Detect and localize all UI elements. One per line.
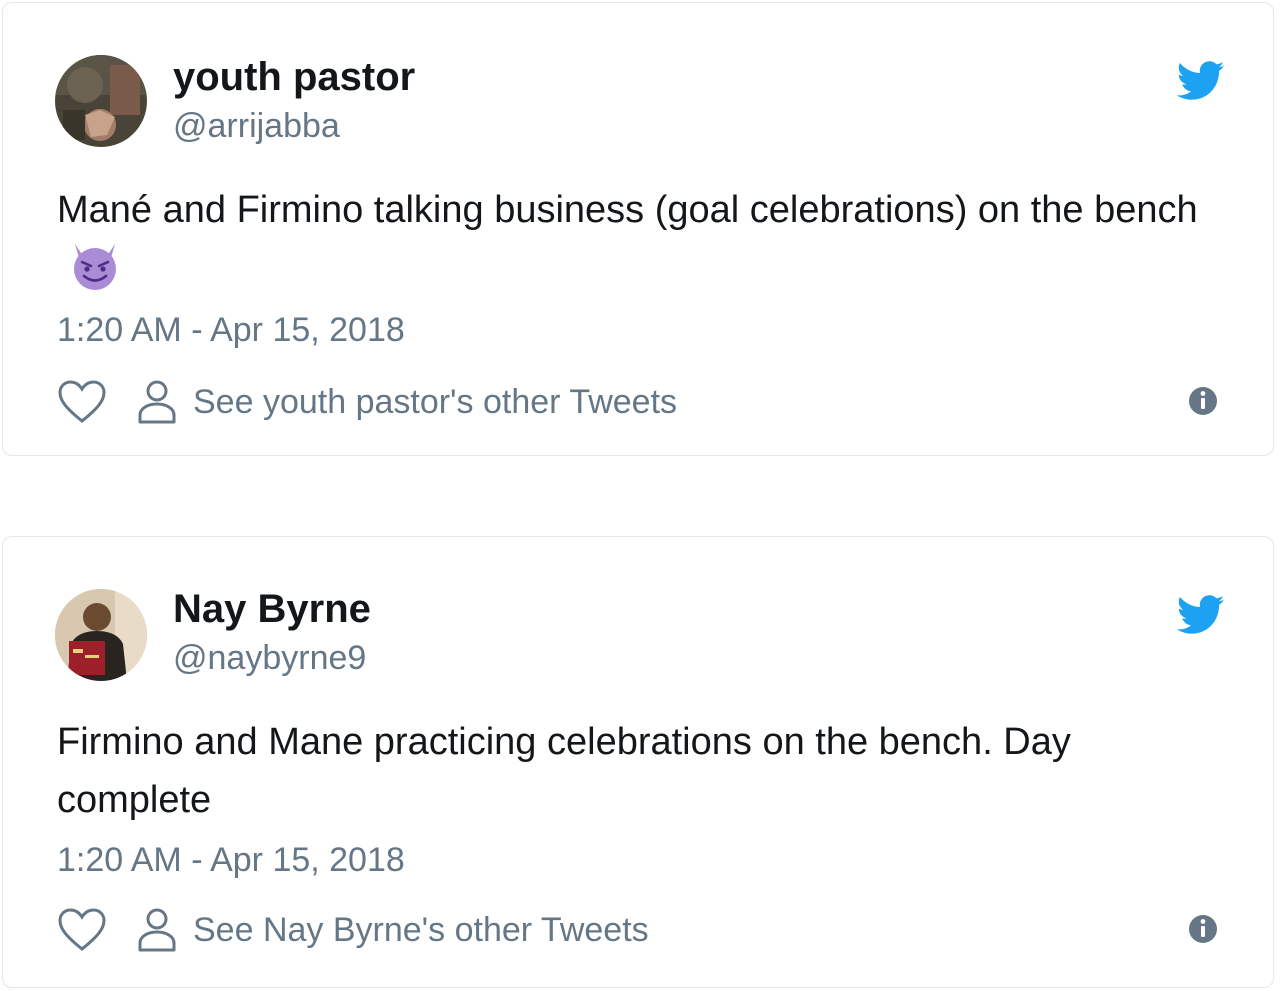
avatar[interactable] bbox=[55, 589, 147, 681]
tweet-text: Firmino and Mane practicing celebrations… bbox=[57, 721, 1071, 821]
tweet-card[interactable]: youth pastor @arrijabba Mané and Firmino… bbox=[2, 2, 1274, 456]
tweet-timestamp[interactable]: 1:20 AM - Apr 15, 2018 bbox=[57, 309, 405, 351]
user-handle[interactable]: @naybyrne9 bbox=[173, 637, 366, 679]
tweet-actions: See youth pastor's other Tweets bbox=[57, 375, 677, 429]
smiling-imp-emoji bbox=[74, 243, 116, 290]
tweet-actions: See Nay Byrne's other Tweets bbox=[57, 903, 649, 957]
person-icon bbox=[138, 380, 176, 424]
see-other-tweets-link[interactable]: See youth pastor's other Tweets bbox=[193, 381, 677, 423]
tweet-card[interactable]: Nay Byrne @naybyrne9 Firmino and Mane pr… bbox=[2, 536, 1274, 988]
info-icon[interactable] bbox=[1187, 913, 1219, 945]
display-name[interactable]: youth pastor bbox=[173, 53, 415, 101]
user-handle[interactable]: @arrijabba bbox=[173, 105, 340, 147]
twitter-bird-icon[interactable] bbox=[1177, 61, 1225, 101]
info-icon[interactable] bbox=[1187, 385, 1219, 417]
see-other-tweets-link[interactable]: See Nay Byrne's other Tweets bbox=[193, 909, 649, 951]
avatar[interactable] bbox=[55, 55, 147, 147]
heart-icon[interactable] bbox=[57, 379, 107, 425]
tweet-timestamp[interactable]: 1:20 AM - Apr 15, 2018 bbox=[57, 839, 405, 881]
tweet-text: Mané and Firmino talking business (goal … bbox=[57, 181, 1207, 297]
person-icon bbox=[138, 908, 176, 952]
display-name[interactable]: Nay Byrne bbox=[173, 585, 371, 633]
twitter-bird-icon[interactable] bbox=[1177, 595, 1225, 635]
tweet-body: Mané and Firmino talking business (goal … bbox=[57, 189, 1198, 231]
heart-icon[interactable] bbox=[57, 907, 107, 953]
